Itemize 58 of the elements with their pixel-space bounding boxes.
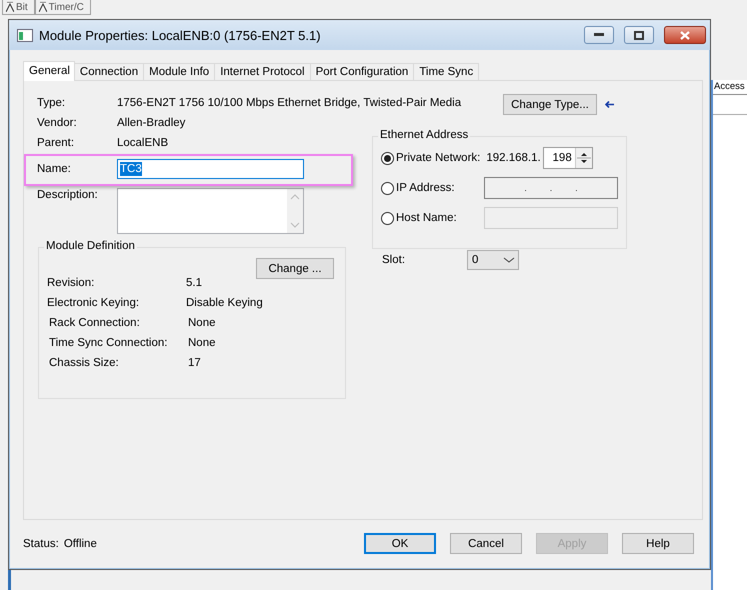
minimize-button[interactable] (584, 26, 614, 44)
field-value: LocalENB (117, 137, 168, 149)
field-label: Revision: (47, 277, 96, 289)
field-label: Time Sync Connection: (49, 337, 168, 349)
maximize-button[interactable] (624, 26, 654, 44)
address-prefix: 192.168.1. (486, 152, 541, 164)
close-button[interactable] (664, 26, 706, 44)
field-label: Name: (37, 163, 72, 175)
tab[interactable]: General (23, 61, 75, 81)
column-header: Access (713, 80, 747, 95)
window-icon (17, 28, 33, 42)
radio-button[interactable] (381, 212, 394, 224)
change-button[interactable]: Change ... (256, 258, 334, 279)
maximize-icon (634, 30, 644, 40)
field-label: Rack Connection: (49, 317, 141, 329)
field-label: Chassis Size: (49, 357, 120, 369)
tab[interactable]: Port Configuration (310, 63, 414, 80)
spinner-arrows-icon (574, 148, 592, 168)
field-value: Disable Keying (186, 297, 263, 309)
description-field[interactable] (117, 188, 304, 234)
dialog-button[interactable]: OK (364, 533, 436, 554)
dialog-button[interactable]: Help (622, 533, 694, 554)
field-label: Electronic Keying: (47, 297, 140, 309)
toolbar-item-icon (38, 2, 47, 12)
field-value: None (188, 317, 216, 329)
field-label: Description: (37, 188, 99, 201)
field-label: Slot: (382, 254, 406, 266)
tab[interactable]: Time Sync (413, 63, 480, 80)
change-type-button[interactable]: Change Type... (503, 94, 597, 115)
field-label: Parent: (37, 137, 76, 149)
toolbar-item-icon (6, 2, 14, 12)
field-value: 1756-EN2T 1756 10/100 Mbps Ethernet Bridge, Twisted-Pair Media (117, 97, 462, 109)
field-label: Vendor: (37, 117, 78, 129)
address-spinner[interactable]: 198 (542, 147, 593, 169)
close-icon (680, 30, 690, 40)
option-label: IP Address: (396, 182, 456, 194)
name-field[interactable]: TC3 (117, 159, 304, 179)
host-name-field[interactable] (484, 207, 618, 229)
radio-button[interactable] (381, 182, 394, 194)
field-label: Type: (37, 97, 66, 109)
field-value: 17 (188, 357, 201, 369)
arrow-icon (605, 101, 614, 108)
field-value: None (188, 337, 216, 349)
radio-button[interactable] (381, 152, 394, 164)
ip-address-field[interactable]: . . . (484, 177, 618, 199)
minimize-icon (594, 33, 604, 37)
scrollbar-icon (287, 189, 303, 233)
field-value: 5.1 (186, 277, 202, 289)
toolbar-item[interactable]: Bit (2, 0, 35, 15)
status-value: Offline (64, 538, 97, 550)
slot-dropdown[interactable]: 0 (467, 250, 519, 270)
toolbar-item[interactable]: Timer/C (34, 0, 91, 15)
option-label: Private Network: (396, 152, 480, 164)
dialog-button[interactable]: Cancel (450, 533, 522, 554)
window-title: Module Properties: LocalENB:0 (1756-EN2T 5.1) (39, 28, 322, 42)
option-label: Host Name: (396, 212, 458, 224)
field-value: Allen-Bradley (117, 117, 186, 129)
status-label: Status: (23, 538, 59, 550)
